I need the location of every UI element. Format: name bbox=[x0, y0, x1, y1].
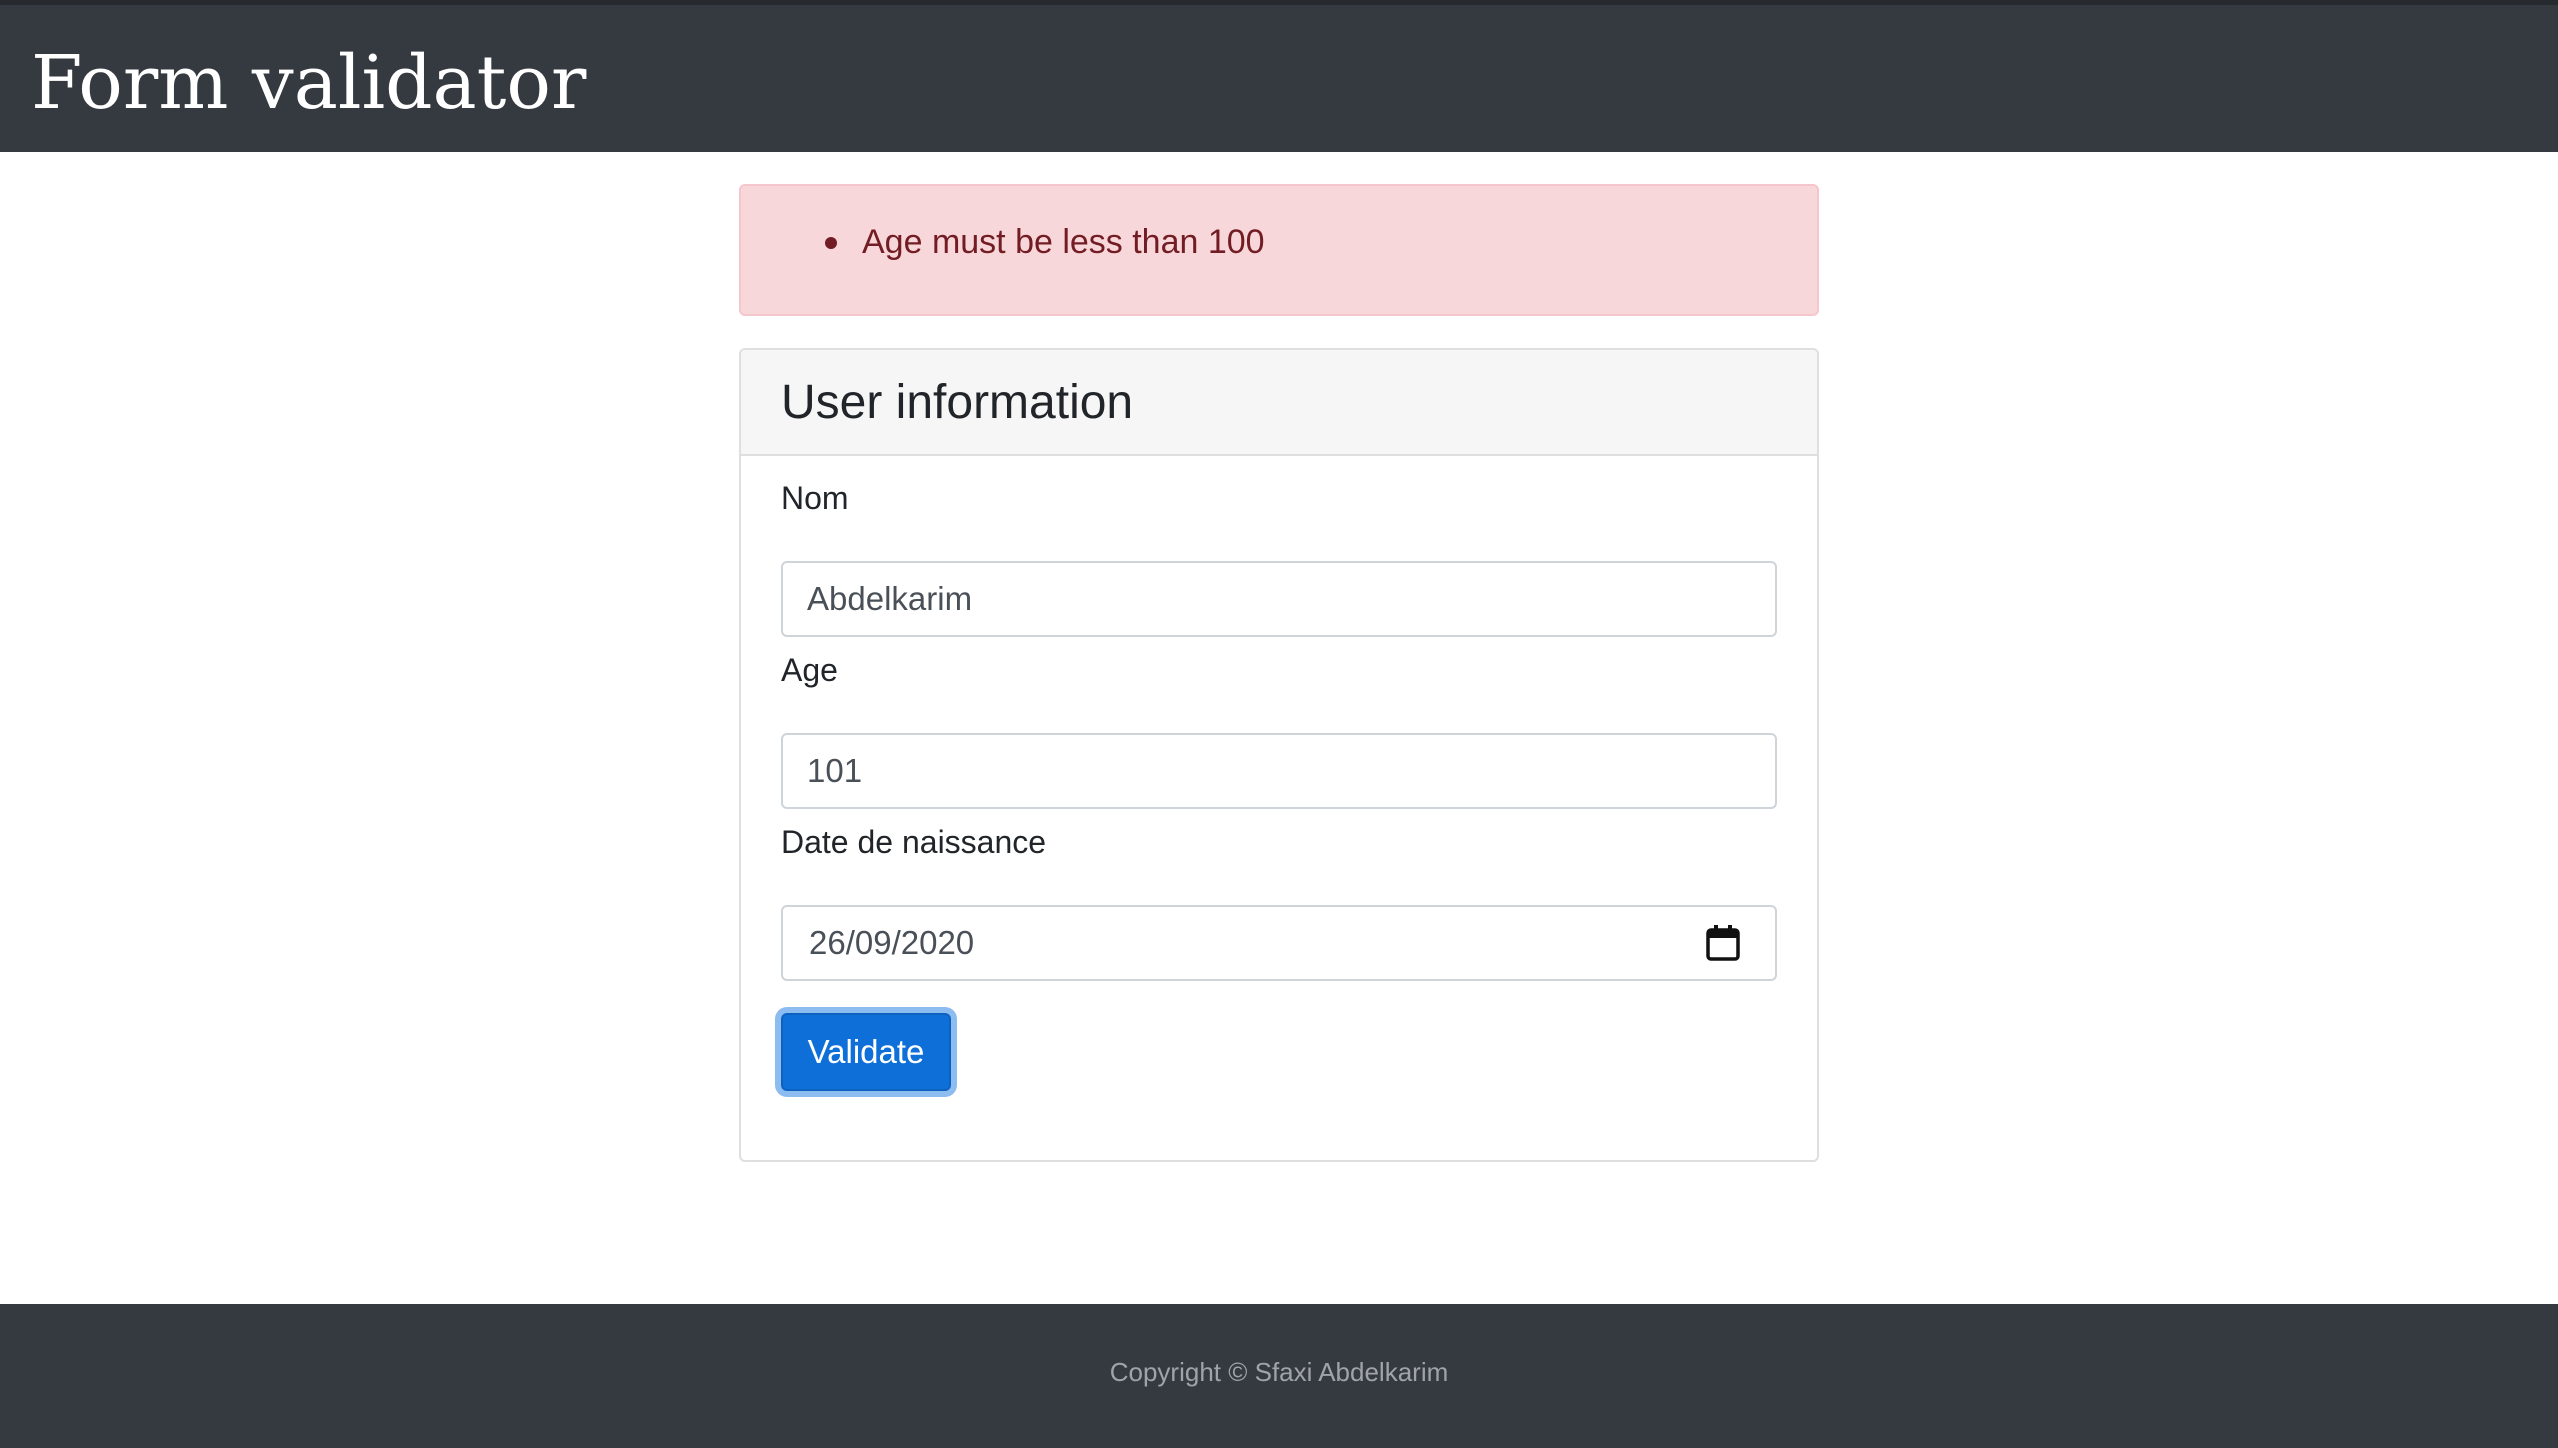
validate-button[interactable]: Validate bbox=[781, 1013, 951, 1091]
nom-input[interactable] bbox=[781, 561, 1777, 637]
user-information-card: User information Nom Age Date de naissan… bbox=[739, 348, 1819, 1162]
error-item: Age must be less than 100 bbox=[741, 216, 1817, 268]
copyright-text: Copyright © Sfaxi Abdelkarim bbox=[1109, 1357, 1449, 1387]
error-list: Age must be less than 100 bbox=[741, 216, 1817, 268]
footer: Copyright © Sfaxi Abdelkarim bbox=[0, 1304, 2558, 1448]
app-title: Form validator bbox=[31, 40, 587, 126]
calendar-icon[interactable] bbox=[1705, 924, 1741, 962]
birthdate-value: 26/09/2020 bbox=[809, 924, 975, 961]
error-message: Age must be less than 100 bbox=[862, 223, 1265, 261]
nom-label: Nom bbox=[781, 480, 849, 516]
card-header: User information bbox=[741, 350, 1817, 456]
age-input[interactable] bbox=[781, 733, 1777, 809]
top-navbar: Form validator bbox=[0, 0, 2558, 152]
birthdate-label: Date de naissance bbox=[781, 824, 1047, 860]
page: Form validator Age must be less than 100… bbox=[0, 0, 2558, 1448]
error-alert: Age must be less than 100 bbox=[739, 184, 1819, 316]
card-title: User information bbox=[781, 376, 1134, 429]
age-label: Age bbox=[781, 652, 838, 688]
birthdate-input[interactable]: 26/09/2020 bbox=[781, 905, 1777, 981]
bullet-icon bbox=[825, 237, 837, 249]
